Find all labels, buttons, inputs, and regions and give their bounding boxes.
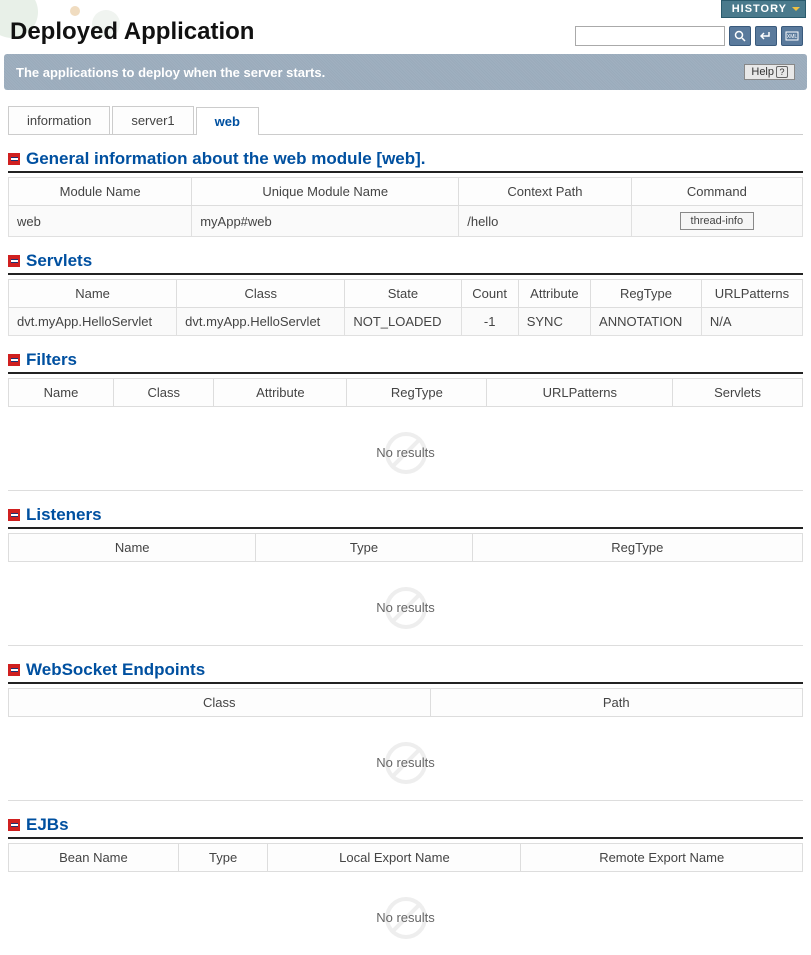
cell-context-path: /hello: [459, 206, 631, 237]
th: Attribute: [214, 379, 347, 407]
no-results-text: No results: [376, 755, 435, 770]
history-button[interactable]: HISTORY: [721, 0, 806, 18]
section-title-servlets: Servlets: [26, 251, 92, 271]
collapse-icon[interactable]: [8, 354, 20, 366]
tab-server1[interactable]: server1: [112, 106, 193, 134]
th-module-name: Module Name: [9, 178, 192, 206]
th: RegType: [591, 280, 702, 308]
table-header-row: Module Name Unique Module Name Context P…: [9, 178, 803, 206]
th-context-path: Context Path: [459, 178, 631, 206]
th: Class: [177, 280, 345, 308]
section-title-listeners: Listeners: [26, 505, 102, 525]
collapse-icon[interactable]: [8, 664, 20, 676]
cell: dvt.myApp.HelloServlet: [9, 308, 177, 336]
section-title-ejbs: EJBs: [26, 815, 69, 835]
collapse-icon[interactable]: [8, 255, 20, 267]
cell: dvt.myApp.HelloServlet: [177, 308, 345, 336]
cell: N/A: [701, 308, 802, 336]
tabs: information server1 web: [8, 106, 803, 135]
th: URLPatterns: [487, 379, 673, 407]
no-results: No results: [8, 880, 803, 955]
section-title-general: General information about the web module…: [26, 149, 426, 169]
th: Servlets: [673, 379, 803, 407]
general-table: Module Name Unique Module Name Context P…: [8, 177, 803, 237]
description-text: The applications to deploy when the serv…: [16, 65, 325, 80]
filters-table: Name Class Attribute RegType URLPatterns…: [8, 378, 803, 407]
collapse-icon[interactable]: [8, 153, 20, 165]
no-results-text: No results: [376, 445, 435, 460]
back-icon[interactable]: [755, 26, 777, 46]
th: Name: [9, 280, 177, 308]
th: RegType: [347, 379, 487, 407]
th: Attribute: [518, 280, 590, 308]
th-unique-name: Unique Module Name: [192, 178, 459, 206]
section-title-websocket: WebSocket Endpoints: [26, 660, 205, 680]
websocket-table: Class Path: [8, 688, 803, 717]
thread-info-button[interactable]: thread-info: [680, 212, 755, 230]
th: Remote Export Name: [521, 844, 803, 872]
listeners-table: Name Type RegType: [8, 533, 803, 562]
th-command: Command: [631, 178, 802, 206]
cell: ANNOTATION: [591, 308, 702, 336]
th: Name: [9, 379, 114, 407]
tab-information[interactable]: information: [8, 106, 110, 134]
cell: SYNC: [518, 308, 590, 336]
th: RegType: [472, 534, 802, 562]
cell: NOT_LOADED: [345, 308, 461, 336]
th: Class: [9, 689, 431, 717]
servlets-table: Name Class State Count Attribute RegType…: [8, 279, 803, 336]
table-row: dvt.myApp.HelloServlet dvt.myApp.HelloSe…: [9, 308, 803, 336]
th: State: [345, 280, 461, 308]
no-results-text: No results: [376, 910, 435, 925]
table-header-row: Name Class Attribute RegType URLPatterns…: [9, 379, 803, 407]
th: Count: [461, 280, 518, 308]
section-title-filters: Filters: [26, 350, 77, 370]
svg-text:XML: XML: [787, 34, 798, 40]
th: Name: [9, 534, 256, 562]
tab-web[interactable]: web: [196, 107, 259, 135]
th: Type: [178, 844, 268, 872]
th: Bean Name: [9, 844, 179, 872]
th: Local Export Name: [268, 844, 521, 872]
search-icon[interactable]: [729, 26, 751, 46]
description-bar: The applications to deploy when the serv…: [4, 54, 807, 90]
page-title: Deployed Application: [2, 18, 254, 46]
collapse-icon[interactable]: [8, 509, 20, 521]
table-header-row: Bean Name Type Local Export Name Remote …: [9, 844, 803, 872]
th: Type: [256, 534, 472, 562]
no-results-text: No results: [376, 600, 435, 615]
no-results: No results: [8, 570, 803, 646]
table-header-row: Name Type RegType: [9, 534, 803, 562]
th: URLPatterns: [701, 280, 802, 308]
cell-module-name: web: [9, 206, 192, 237]
th: Class: [113, 379, 214, 407]
table-row: web myApp#web /hello thread-info: [9, 206, 803, 237]
th: Path: [430, 689, 802, 717]
search-input[interactable]: [575, 26, 725, 46]
cell: -1: [461, 308, 518, 336]
ejbs-table: Bean Name Type Local Export Name Remote …: [8, 843, 803, 872]
xml-export-icon[interactable]: XML: [781, 26, 803, 46]
help-label: Help: [751, 66, 774, 78]
help-icon: ?: [776, 66, 788, 78]
collapse-icon[interactable]: [8, 819, 20, 831]
table-header-row: Name Class State Count Attribute RegType…: [9, 280, 803, 308]
cell-unique-name: myApp#web: [192, 206, 459, 237]
table-header-row: Class Path: [9, 689, 803, 717]
no-results: No results: [8, 725, 803, 801]
no-results: No results: [8, 415, 803, 491]
help-button[interactable]: Help ?: [744, 64, 795, 80]
